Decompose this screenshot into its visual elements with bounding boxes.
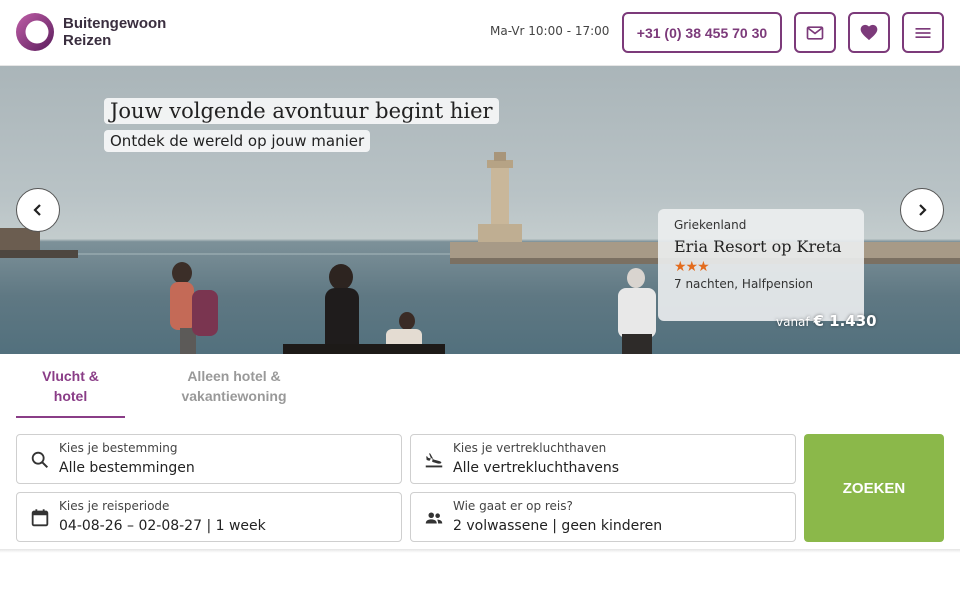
destination-label: Kies je bestemming bbox=[59, 441, 178, 455]
destination-field[interactable]: Kies je bestemming Alle bestemmingen bbox=[16, 434, 402, 484]
logo-line-1: Buitengewoon bbox=[63, 15, 167, 32]
airport-value: Alle vertrekluchthavens bbox=[453, 460, 620, 476]
destination-value: Alle bestemmingen bbox=[59, 460, 195, 476]
mail-button[interactable] bbox=[794, 12, 836, 53]
calendar-icon bbox=[31, 509, 49, 527]
site-header: Buitengewoon Reizen Ma-Vr 10:00 - 17:00 … bbox=[0, 0, 960, 66]
phone-button[interactable]: +31 (0) 38 455 70 30 bbox=[622, 12, 782, 53]
logo[interactable]: Buitengewoon Reizen bbox=[16, 13, 166, 51]
menu-button[interactable] bbox=[902, 12, 944, 53]
featured-offer-card[interactable]: Griekenland Eria Resort op Kreta ★★★ 7 n… bbox=[658, 209, 864, 321]
hero-subtitle: Ontdek de wereld op jouw manier bbox=[104, 130, 371, 152]
offer-price: vanaf € 1.430 bbox=[776, 312, 877, 330]
tab-label-line: Alleen hotel & bbox=[187, 368, 281, 384]
travelers-value: 2 volwassene | geen kinderen bbox=[453, 518, 663, 534]
carousel-next-button[interactable] bbox=[900, 188, 944, 232]
offer-duration: 7 nachten, Halfpension bbox=[674, 277, 814, 291]
logo-text: Buitengewoon Reizen bbox=[63, 15, 166, 49]
opening-hours: Ma-Vr 10:00 - 17:00 bbox=[490, 24, 610, 38]
flight-takeoff-icon bbox=[425, 453, 443, 468]
price-value: € 1.430 bbox=[813, 312, 877, 330]
heart-icon bbox=[860, 24, 878, 40]
favorites-button[interactable] bbox=[848, 12, 890, 53]
people-icon bbox=[425, 512, 443, 524]
offer-name: Eria Resort op Kreta bbox=[674, 237, 842, 256]
section-divider bbox=[0, 549, 960, 553]
departure-airport-field[interactable]: Kies je vertrekluchthaven Alle vertreklu… bbox=[410, 434, 796, 484]
hero-title: Jouw volgende avontuur begint hier bbox=[104, 98, 499, 124]
search-icon bbox=[31, 451, 49, 469]
travelers-field[interactable]: Wie gaat er op reis? 2 volwassene | geen… bbox=[410, 492, 796, 542]
carousel-prev-button[interactable] bbox=[16, 188, 60, 232]
logo-line-2: Reizen bbox=[63, 32, 112, 49]
star-rating-icon: ★★★ bbox=[674, 259, 710, 275]
menu-icon bbox=[915, 27, 931, 38]
period-value: 04-08-26 – 02-08-27 | 1 week bbox=[59, 518, 266, 534]
airport-label: Kies je vertrekluchthaven bbox=[453, 441, 607, 455]
tab-hotel-only[interactable]: Alleen hotel & vakantiewoning bbox=[166, 366, 302, 406]
period-label: Kies je reisperiode bbox=[59, 499, 170, 513]
tab-label-line: Vlucht & bbox=[42, 368, 99, 384]
logo-mark-icon bbox=[16, 13, 54, 51]
chevron-right-icon bbox=[919, 204, 927, 216]
offer-country: Griekenland bbox=[674, 218, 747, 232]
tab-label-line: vakantiewoning bbox=[181, 388, 287, 404]
travelers-label: Wie gaat er op reis? bbox=[453, 499, 573, 513]
price-prefix: vanaf bbox=[776, 315, 810, 329]
tab-flight-hotel[interactable]: Vlucht & hotel bbox=[16, 366, 125, 418]
hero-banner: Jouw volgende avontuur begint hier Ontde… bbox=[0, 66, 960, 354]
chevron-left-icon bbox=[33, 204, 41, 216]
mail-icon bbox=[806, 25, 824, 40]
search-button[interactable]: ZOEKEN bbox=[804, 434, 944, 542]
travel-period-field[interactable]: Kies je reisperiode 04-08-26 – 02-08-27 … bbox=[16, 492, 402, 542]
tab-label-line: hotel bbox=[53, 388, 88, 404]
